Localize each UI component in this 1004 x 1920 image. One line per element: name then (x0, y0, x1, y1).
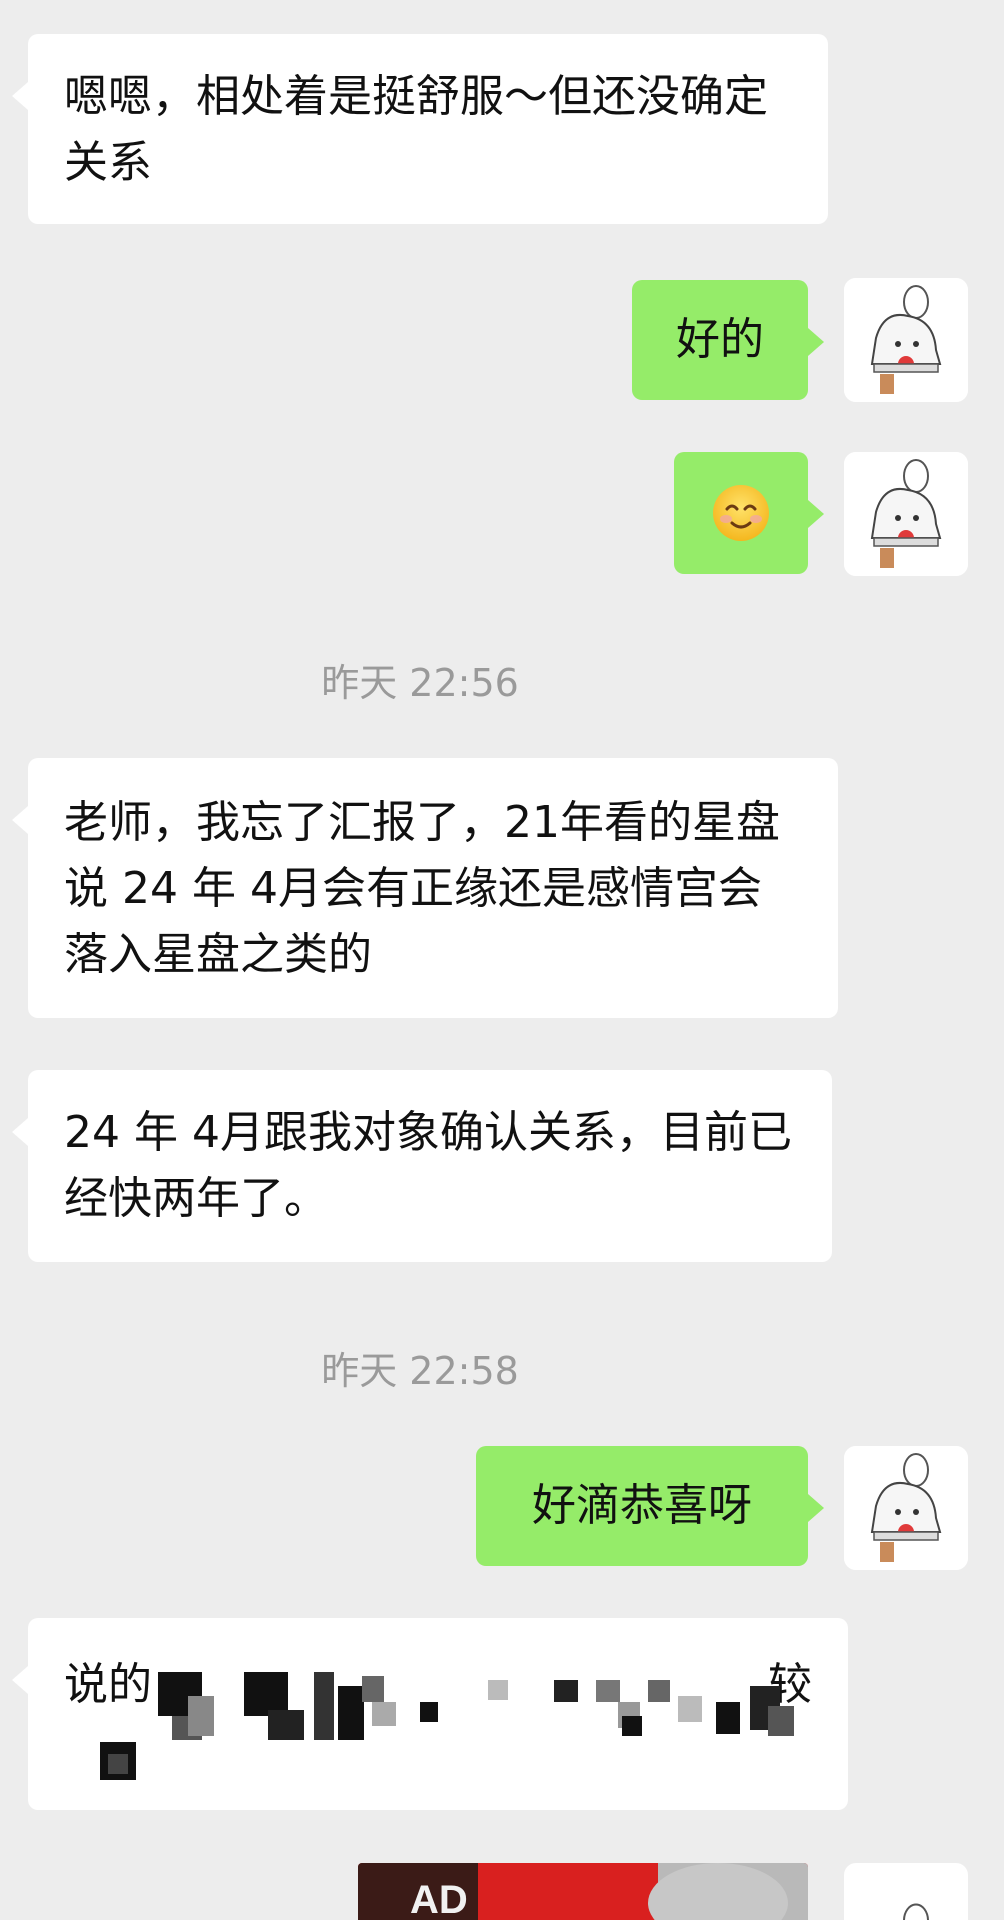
message-bubble-incoming[interactable]: 24 年 4月跟我对象确认关系，目前已经快两年了。 (12, 1070, 832, 1262)
cartoon-girl-avatar-icon (844, 1446, 968, 1570)
message-image-outgoing[interactable]: AD (358, 1863, 808, 1920)
avatar[interactable] (844, 1446, 968, 1570)
message-bubble-incoming[interactable]: 说的 较 (12, 1618, 848, 1810)
message-bubble-incoming[interactable]: 嗯嗯，相处着是挺舒服～但还没确定关系 (12, 34, 828, 224)
message-bubble-outgoing[interactable]: 好的 (632, 280, 824, 400)
message-text: 老师，我忘了汇报了，21年看的星盘说 24 年 4月会有正缘还是感情宫会落入星盘… (64, 797, 780, 980)
message-bubble-outgoing[interactable] (674, 452, 824, 574)
red-shirt-photo: AD (358, 1863, 808, 1920)
pixelated-text (100, 1672, 794, 1780)
avatar[interactable] (844, 452, 968, 576)
photo-text: AD (410, 1878, 468, 1920)
message-text: 好的 (676, 314, 764, 365)
message-text: 24 年 4月跟我对象确认关系，目前已经快两年了。 (64, 1107, 792, 1224)
avatar[interactable] (844, 278, 968, 402)
cartoon-girl-avatar-icon (844, 452, 968, 576)
avatar[interactable] (844, 1863, 968, 1920)
message-text: 好滴恭喜呀 (532, 1480, 752, 1531)
timestamp: 昨天 22:56 (321, 661, 519, 705)
cartoon-girl-avatar-icon (844, 278, 968, 402)
message-bubble-incoming[interactable]: 老师，我忘了汇报了，21年看的星盘说 24 年 4月会有正缘还是感情宫会落入星盘… (12, 758, 838, 1018)
message-text: 嗯嗯，相处着是挺舒服～但还没确定关系 (64, 71, 768, 188)
timestamp: 昨天 22:58 (321, 1349, 519, 1393)
message-bubble-outgoing[interactable]: 好滴恭喜呀 (476, 1446, 824, 1566)
smiling-face-emoji-icon (713, 485, 769, 541)
cartoon-girl-avatar-icon (844, 1896, 968, 1920)
